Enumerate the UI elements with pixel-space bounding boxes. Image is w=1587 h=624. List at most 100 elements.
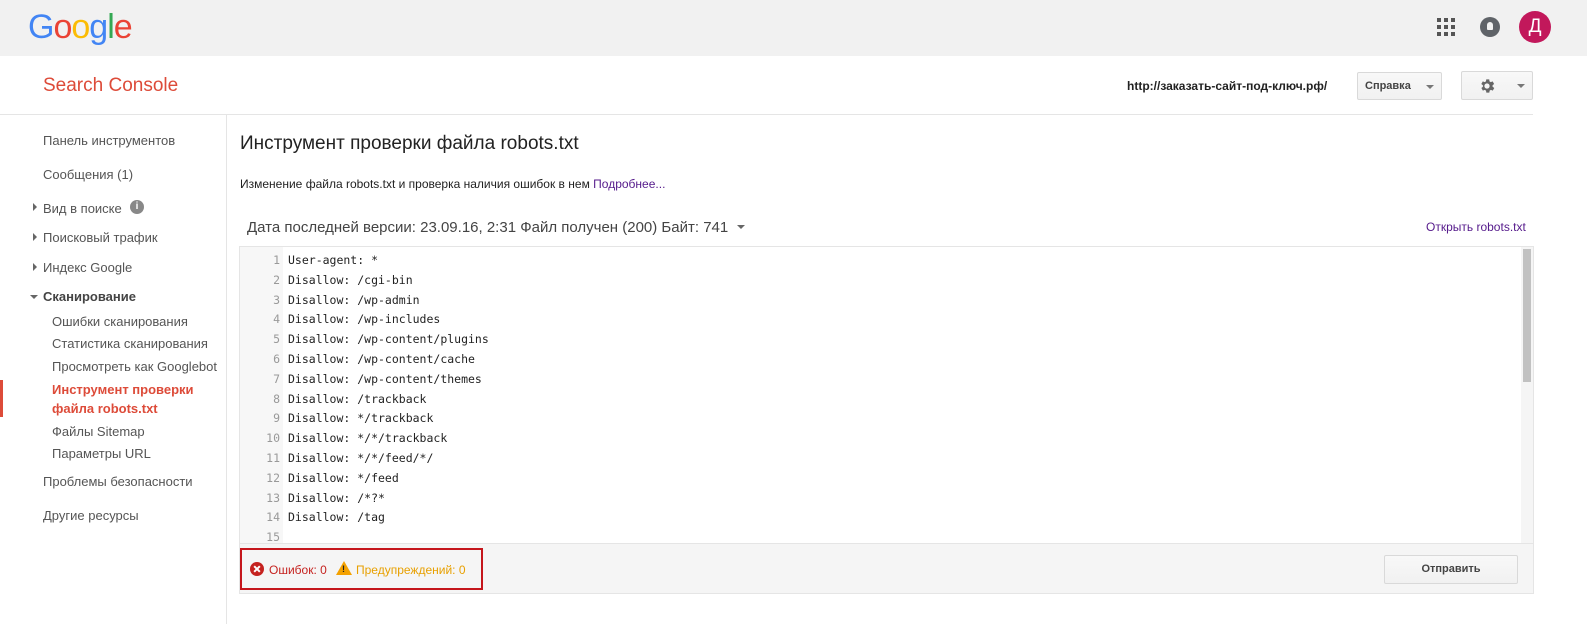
line-text[interactable]: Disallow: /*?* — [288, 491, 385, 505]
line-number: 3 — [273, 292, 280, 307]
line-number: 1 — [273, 253, 280, 267]
sidebar-item-fetch-as-googlebot[interactable]: Просмотреть как Googlebot — [52, 359, 217, 374]
page-title: Инструмент проверки файла robots.txt — [240, 133, 579, 154]
code-line[interactable]: 8 Disallow: /trackback — [240, 392, 1520, 412]
sidebar-item-crawl-stats[interactable]: Статистика сканирования — [52, 336, 208, 351]
info-icon[interactable]: i — [130, 200, 144, 214]
sidebar-item-robots-tester[interactable]: Инструмент проверки файла robots.txt — [52, 380, 194, 418]
line-number: 9 — [273, 411, 280, 426]
learn-more-link[interactable]: Подробнее... — [593, 177, 665, 191]
chevron-down-icon — [1426, 85, 1434, 89]
line-number: 10 — [266, 431, 280, 446]
line-number: 6 — [273, 352, 280, 366]
sidebar-item-crawl-errors[interactable]: Ошибки сканирования — [52, 314, 188, 329]
line-number: 15 — [266, 530, 280, 544]
line-number: 8 — [273, 391, 280, 406]
description-text: Изменение файла robots.txt и проверка на… — [240, 177, 590, 191]
line-number: 4 — [273, 312, 280, 327]
version-dropdown[interactable]: Дата последней версии: 23.09.16, 2:31 Фа… — [247, 219, 746, 236]
line-text[interactable]: Disallow: /wp-admin — [288, 293, 420, 307]
line-text[interactable]: Disallow: /wp-includes — [288, 312, 440, 326]
chevron-right-icon[interactable] — [33, 203, 37, 211]
warning-icon — [336, 561, 352, 575]
line-text[interactable]: Disallow: /cgi-bin — [288, 273, 413, 287]
code-line[interactable]: 7 Disallow: /wp-content/themes — [240, 372, 1520, 392]
open-robots-link[interactable]: Открыть robots.txt — [1426, 220, 1526, 234]
sidebar-item-search-appearance[interactable]: Вид в поиске — [43, 201, 122, 216]
code-line[interactable]: 10 Disallow: */*/trackback — [240, 431, 1520, 451]
line-text[interactable]: Disallow: /wp-content/cache — [288, 352, 475, 366]
code-line[interactable]: 5 Disallow: /wp-content/plugins — [240, 332, 1520, 352]
version-info: Дата последней версии: 23.09.16, 2:31 Фа… — [247, 219, 729, 236]
app-title[interactable]: Search Console — [43, 75, 178, 97]
sidebar-item-crawl[interactable]: Сканирование — [43, 289, 136, 304]
avatar[interactable]: Д — [1519, 11, 1551, 43]
apps-grid-icon[interactable] — [1437, 18, 1455, 36]
errors-count: Ошибок: 0 — [269, 563, 327, 577]
line-text[interactable]: Disallow: /wp-content/themes — [288, 372, 482, 386]
chevron-down-icon — [1517, 84, 1525, 88]
sidebar-divider — [226, 115, 227, 624]
sidebar-item-label: файла robots.txt — [52, 401, 158, 416]
scrollbar-thumb[interactable] — [1523, 249, 1531, 382]
sidebar-item-google-index[interactable]: Индекс Google — [43, 260, 132, 275]
logo-letter: o — [71, 8, 90, 46]
line-text[interactable]: Disallow: /tag — [288, 510, 385, 524]
sidebar-item-dashboard[interactable]: Панель инструментов — [43, 133, 175, 148]
line-text[interactable]: Disallow: */feed — [288, 471, 399, 485]
line-text[interactable]: Disallow: */*/trackback — [288, 431, 447, 445]
logo-letter: g — [89, 8, 108, 46]
sidebar-item-search-traffic[interactable]: Поисковый трафик — [43, 230, 158, 245]
line-number: 11 — [266, 451, 280, 465]
code-line[interactable]: 12 Disallow: */feed — [240, 471, 1520, 491]
line-text[interactable]: User-agent: * — [288, 253, 378, 267]
sidebar-item-sitemaps[interactable]: Файлы Sitemap — [52, 424, 145, 439]
code-line[interactable]: 14 Disallow: /tag — [240, 510, 1520, 530]
sidebar-item-other-resources[interactable]: Другие ресурсы — [43, 508, 139, 523]
google-bar: Google Д — [0, 0, 1587, 56]
robots-editor[interactable]: 1 User-agent: * 2 Disallow: /cgi-bin 3 Disall… — [239, 246, 1534, 544]
line-text[interactable]: Disallow: /trackback — [288, 392, 426, 406]
sidebar-item-label: Инструмент проверки — [52, 382, 194, 397]
notifications-bell-icon[interactable] — [1480, 17, 1500, 37]
chevron-right-icon[interactable] — [33, 263, 37, 271]
site-url: http://заказать-сайт-под-ключ.рф/ — [1127, 79, 1328, 93]
submit-button[interactable]: Отправить — [1384, 555, 1518, 584]
sidebar-item-messages[interactable]: Сообщения (1) — [43, 167, 133, 182]
settings-button[interactable] — [1461, 71, 1533, 100]
chevron-down-icon[interactable] — [30, 295, 38, 299]
warnings-count: Предупреждений: 0 — [356, 563, 466, 577]
help-dropdown-button[interactable]: Справка — [1357, 72, 1442, 100]
sidebar-item-url-parameters[interactable]: Параметры URL — [52, 446, 151, 461]
help-label: Справка — [1365, 80, 1411, 92]
code-line[interactable]: 15 — [240, 530, 1520, 544]
code-line[interactable]: 11 Disallow: */*/feed/*/ — [240, 451, 1520, 471]
line-number: 5 — [273, 332, 280, 347]
line-number: 14 — [266, 510, 280, 525]
code-line[interactable]: 1 User-agent: * — [240, 253, 1520, 273]
google-logo[interactable]: Google — [28, 8, 133, 47]
code-line[interactable]: 9 Disallow: */trackback — [240, 411, 1520, 431]
chevron-right-icon[interactable] — [33, 233, 37, 241]
chevron-down-icon — [737, 225, 746, 229]
line-number: 7 — [273, 371, 280, 386]
sidebar-item-security-issues[interactable]: Проблемы безопасности — [43, 474, 193, 489]
line-number: 13 — [266, 490, 280, 505]
logo-letter: o — [53, 8, 72, 46]
line-text[interactable]: Disallow: */trackback — [288, 411, 433, 425]
line-text[interactable]: Disallow: */*/feed/*/ — [288, 451, 433, 465]
code-line[interactable]: 2 Disallow: /cgi-bin — [240, 273, 1520, 293]
code-line[interactable]: 13 Disallow: /*?* — [240, 491, 1520, 511]
line-number: 12 — [266, 470, 280, 485]
editor-scrollbar[interactable] — [1521, 247, 1533, 543]
error-icon — [250, 562, 264, 576]
logo-letter: e — [113, 8, 133, 46]
code-line[interactable]: 4 Disallow: /wp-includes — [240, 312, 1520, 332]
active-item-marker — [0, 380, 3, 417]
logo-letter: G — [28, 8, 54, 46]
code-line[interactable]: 6 Disallow: /wp-content/cache — [240, 352, 1520, 372]
code-line[interactable]: 3 Disallow: /wp-admin — [240, 293, 1520, 313]
page-description: Изменение файла robots.txt и проверка на… — [240, 177, 665, 191]
gear-icon — [1481, 79, 1495, 93]
line-text[interactable]: Disallow: /wp-content/plugins — [288, 332, 489, 346]
